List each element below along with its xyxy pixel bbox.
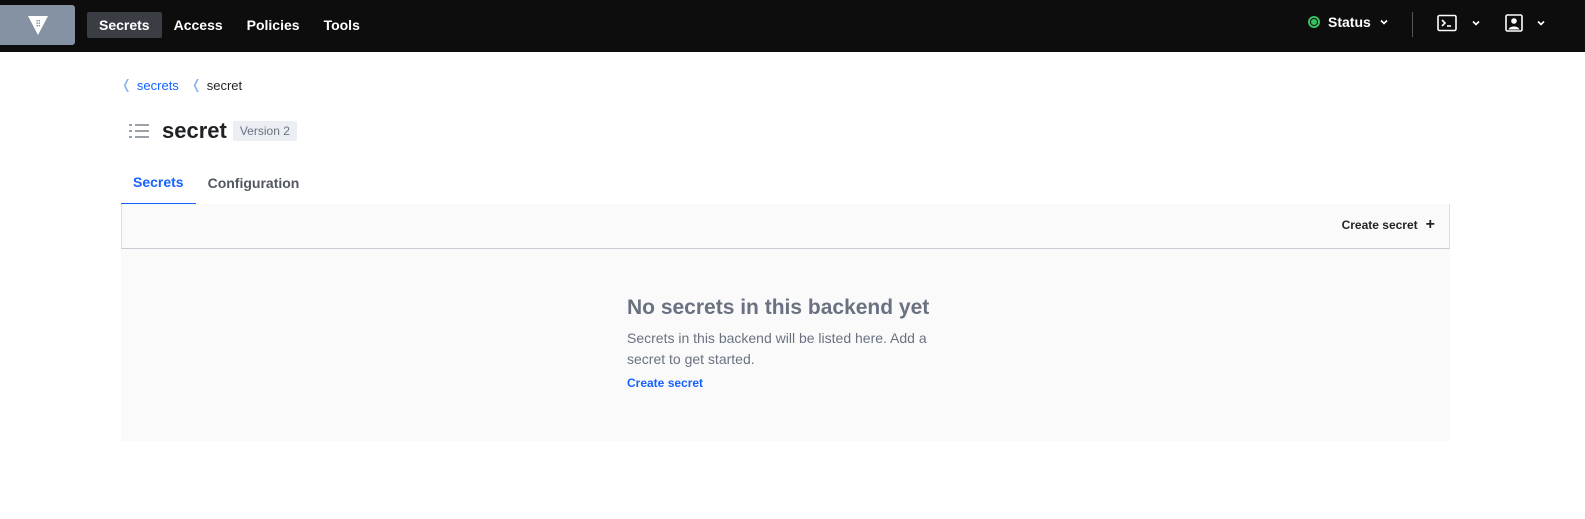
chevron-down-icon <box>1380 19 1388 25</box>
vault-logo-icon[interactable] <box>0 5 75 45</box>
empty-state-create-link[interactable]: Create secret <box>627 376 703 390</box>
version-badge: Version 2 <box>232 121 297 141</box>
empty-state: No secrets in this backend yet Secrets i… <box>121 249 1450 441</box>
chevron-left-icon: ❬ <box>121 77 132 92</box>
breadcrumb-link-secrets[interactable]: secrets <box>137 78 179 93</box>
status-indicator-icon <box>1308 16 1320 28</box>
tab-bar: Secrets Configuration <box>121 160 1450 205</box>
plus-icon: + <box>1425 216 1435 233</box>
chevron-left-icon: ❬ <box>190 77 202 92</box>
list-icon <box>129 124 149 138</box>
page-header: secret Version 2 <box>128 118 297 144</box>
console-menu[interactable] <box>1437 14 1481 32</box>
nav-item-tools[interactable]: Tools <box>312 12 372 38</box>
page-title: secret <box>162 118 227 143</box>
status-label: Status <box>1328 14 1371 30</box>
user-menu[interactable] <box>1505 14 1546 32</box>
nav-item-access[interactable]: Access <box>162 12 235 38</box>
nav-divider <box>1412 12 1413 37</box>
user-square-icon <box>1505 14 1523 32</box>
chevron-down-icon <box>1537 20 1545 26</box>
secrets-toolbar: Create secret + <box>121 204 1450 249</box>
breadcrumb-current: secret <box>206 77 243 93</box>
tab-configuration[interactable]: Configuration <box>196 160 312 205</box>
main-nav: Secrets Access Policies Tools <box>87 12 372 38</box>
terminal-icon <box>1437 14 1457 32</box>
tab-secrets[interactable]: Secrets <box>121 160 196 205</box>
create-secret-button[interactable]: Create secret + <box>1341 216 1435 233</box>
nav-item-policies[interactable]: Policies <box>235 12 312 38</box>
nav-item-secrets[interactable]: Secrets <box>87 12 162 38</box>
create-secret-label: Create secret <box>1341 218 1418 232</box>
breadcrumb: ❬ secrets ❬ secret <box>121 77 242 93</box>
chevron-down-icon <box>1472 20 1480 26</box>
top-navigation-bar: Secrets Access Policies Tools Status <box>0 0 1585 52</box>
empty-state-title: No secrets in this backend yet <box>627 296 930 319</box>
status-menu[interactable]: Status <box>1308 14 1389 30</box>
empty-state-message: Secrets in this backend will be listed h… <box>627 330 927 367</box>
